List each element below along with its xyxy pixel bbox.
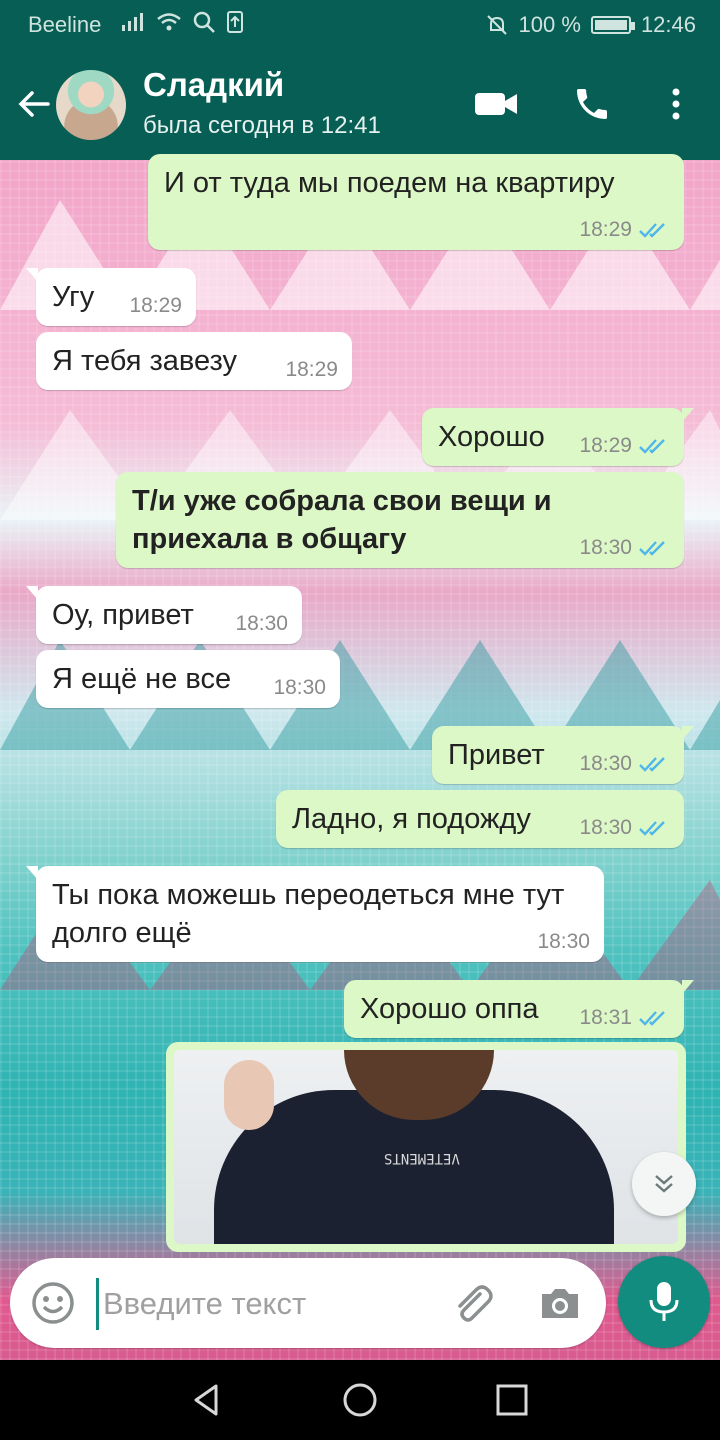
message-meta: 18:30: [273, 676, 326, 700]
back-arrow-icon[interactable]: [14, 84, 54, 124]
message-meta: 18:30: [579, 816, 670, 840]
status-bar: Beeline 100 % 12:46: [0, 0, 720, 48]
message-text: Т/и уже собрала свои вещи и приехала в о…: [132, 485, 552, 555]
message-time: 18:31: [579, 1006, 632, 1029]
phone-icon: [577, 89, 607, 119]
contact-name[interactable]: Сладкий: [143, 66, 284, 104]
message-text: И от туда мы поедем на квартиру: [164, 167, 615, 199]
double-check-icon: [639, 439, 665, 454]
image-message-bubble[interactable]: VETEMENTS: [166, 1042, 686, 1252]
nav-recents-icon[interactable]: [492, 1380, 532, 1420]
message-time: 18:30: [579, 536, 632, 559]
double-check-icon: [639, 757, 665, 772]
message-bubble-outgoing[interactable]: Хорошо оппа 18:31: [344, 980, 694, 1038]
camera-icon[interactable]: [536, 1280, 584, 1328]
message-meta: 18:31: [579, 1006, 670, 1030]
status-icons-left: [120, 10, 244, 34]
message-meta: 18:30: [537, 930, 590, 954]
photo-hoodie-logo: VETEMENTS: [384, 1150, 460, 1166]
voice-record-button[interactable]: [618, 1256, 710, 1348]
message-bubble-incoming[interactable]: Я ещё не все 18:30: [36, 650, 340, 708]
upload-icon: [227, 11, 243, 33]
mute-bell-icon: [486, 15, 507, 35]
message-bubble-outgoing[interactable]: Привет 18:30: [432, 726, 694, 784]
scroll-to-bottom-button[interactable]: [632, 1152, 696, 1216]
status-icons-right: 100 % 12:46: [485, 12, 696, 38]
message-time: 18:29: [579, 434, 632, 457]
emoji-icon[interactable]: [30, 1280, 76, 1326]
video-call-button[interactable]: [472, 80, 520, 128]
message-meta: 18:30: [579, 752, 670, 776]
message-bubble-outgoing[interactable]: И от туда мы поедем на квартиру 18:29: [148, 154, 684, 250]
message-bubble-incoming[interactable]: Угу 18:29: [26, 268, 196, 326]
message-time: 18:29: [129, 294, 182, 317]
message-composer: [10, 1258, 606, 1348]
message-text: Ты пока можешь переодеться мне тут долго…: [52, 879, 565, 949]
message-time: 18:29: [579, 218, 632, 241]
message-time: 18:30: [579, 816, 632, 839]
message-input[interactable]: [96, 1278, 425, 1330]
last-seen-status: была сегодня в 12:41: [143, 112, 381, 139]
double-check-icon: [639, 1011, 665, 1026]
double-check-icon: [639, 223, 665, 238]
double-chevron-down-icon: [655, 1175, 673, 1193]
message-time: 18:30: [579, 752, 632, 775]
battery-icon: [590, 16, 635, 34]
double-check-icon: [639, 821, 665, 836]
message-bubble-incoming[interactable]: Ты пока можешь переодеться мне тут долго…: [26, 866, 604, 962]
message-bubble-outgoing[interactable]: Т/и уже собрала свои вещи и приехала в о…: [116, 472, 684, 568]
message-time: 18:30: [537, 930, 590, 953]
message-meta: 18:29: [129, 294, 182, 318]
video-camera-icon: [475, 93, 517, 115]
carrier-name: Beeline: [28, 12, 102, 37]
message-bubble-incoming[interactable]: Оу, привет 18:30: [26, 586, 302, 644]
photo-subject-hand: [224, 1060, 274, 1130]
message-bubble-incoming[interactable]: Я тебя завезу 18:29: [36, 332, 352, 390]
microphone-icon: [649, 1282, 679, 1321]
message-bubble-outgoing[interactable]: Ладно, я подожду 18:30: [276, 790, 684, 848]
message-time: 18:30: [273, 676, 326, 699]
battery-percent: 100 %: [518, 12, 581, 37]
message-bubble-outgoing[interactable]: Хорошо 18:29: [422, 408, 694, 466]
signal-icon: [122, 13, 143, 31]
kebab-menu-icon: [672, 88, 680, 120]
message-meta: 18:29: [579, 218, 670, 242]
chat-header: Сладкий была сегодня в 12:41: [0, 48, 720, 160]
paperclip-icon[interactable]: [448, 1280, 496, 1328]
message-meta: 18:30: [235, 612, 288, 636]
search-icon: [193, 11, 215, 33]
more-options-button[interactable]: [652, 80, 700, 128]
message-meta: 18:30: [579, 536, 670, 560]
wifi-icon: [157, 13, 181, 31]
clock: 12:46: [640, 12, 696, 37]
nav-back-icon[interactable]: [186, 1380, 226, 1420]
photo-attachment[interactable]: VETEMENTS: [174, 1050, 678, 1244]
voice-call-button[interactable]: [568, 80, 616, 128]
message-time: 18:30: [235, 612, 288, 635]
message-time: 18:29: [285, 358, 338, 381]
contact-avatar[interactable]: [56, 70, 126, 140]
nav-home-icon[interactable]: [340, 1380, 380, 1420]
system-navigation-bar: [0, 1360, 720, 1440]
message-meta: 18:29: [285, 358, 338, 382]
double-check-icon: [639, 541, 665, 556]
message-meta: 18:29: [579, 434, 670, 458]
